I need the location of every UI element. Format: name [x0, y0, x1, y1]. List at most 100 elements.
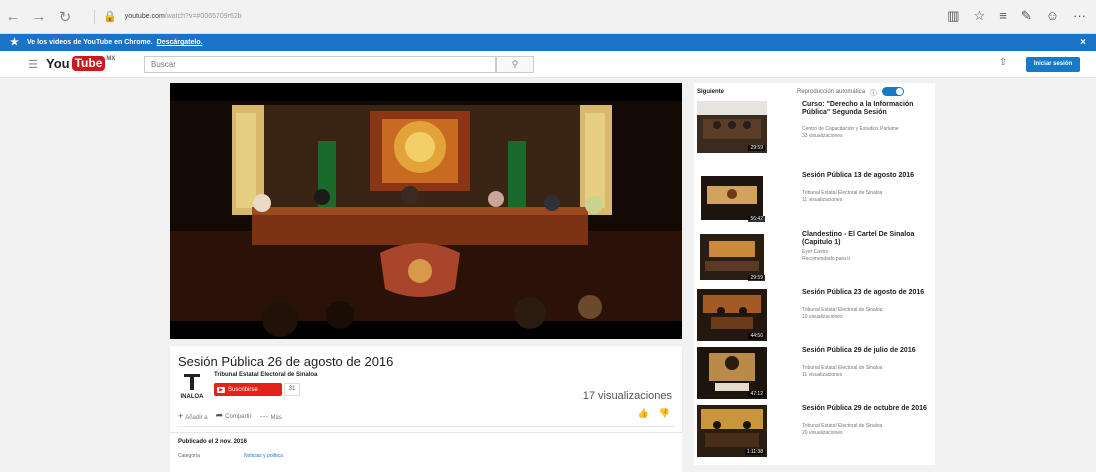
channel-name: Tribunal Estatal Electoral de Sinaloa: [802, 190, 883, 196]
video-duration: 29:59: [748, 145, 765, 151]
channel-name[interactable]: Tribunal Estatal Electoral de Sinaloa: [214, 372, 317, 378]
list-item[interactable]: 56:42 Sesión Pública 13 de agosto 2016 T…: [697, 172, 931, 224]
favorite-icon[interactable]: ☆: [974, 8, 986, 24]
close-icon[interactable]: ×: [1080, 37, 1086, 48]
divider: [178, 426, 674, 427]
video-duration: 29:59: [748, 275, 765, 281]
video-meta: 10 visualizaciones: [802, 314, 843, 320]
video-duration: 47:12: [748, 391, 765, 397]
video-meta: 33 visualizaciones: [802, 133, 843, 139]
channel-name: Eyer Castro: [802, 249, 829, 255]
video-frame: [170, 83, 682, 339]
notes-icon[interactable]: ✎: [1021, 8, 1032, 24]
refresh-icon[interactable]: ↻: [52, 4, 78, 30]
list-item[interactable]: 44:50 Sesión Pública 23 de agosto de 201…: [697, 289, 931, 341]
video-thumbnail[interactable]: 56:42: [697, 172, 767, 224]
video-title[interactable]: Sesión Pública 29 de julio de 2016: [802, 347, 932, 355]
banner-download-link[interactable]: Descárgatelo.: [157, 39, 203, 46]
channel-logo-text: INALOA: [181, 394, 205, 400]
channel-name: Tribunal Estatal Electoral de Sinaloa: [802, 423, 883, 429]
add-to-label: Añadir a: [185, 414, 208, 421]
more-button[interactable]: ··· Más: [260, 411, 282, 421]
list-item[interactable]: 29:59 Clandestino - El Cartel De Sinaloa…: [697, 231, 931, 283]
channel-name: Centro de Capacitación y Estudios Parlam…: [802, 126, 899, 132]
video-thumbnail[interactable]: 1:11:38: [697, 405, 767, 457]
upload-icon[interactable]: ⇧: [999, 57, 1007, 68]
sign-in-button[interactable]: Iniciar sesión: [1026, 57, 1080, 72]
published-date: Publicado el 2 nov. 2016: [178, 439, 247, 445]
channel-name: Tribunal Estatal Electoral de Sinaloa: [802, 307, 883, 313]
subscribe-button[interactable]: ▶ Suscribirse: [214, 383, 282, 396]
video-meta: 20 visualizaciones: [802, 430, 843, 436]
add-to-button[interactable]: + Añadir a: [178, 411, 208, 421]
logo-region: MX: [106, 56, 116, 62]
more-label: Más: [270, 414, 282, 421]
share-arrow-icon: ➦: [215, 410, 224, 420]
lock-icon: 🔒: [103, 11, 117, 23]
video-info-card: Sesión Pública 26 de agosto de 2016 INAL…: [170, 346, 682, 432]
list-item[interactable]: 29:59 Curso: "Derecho a la Información P…: [697, 101, 931, 153]
guide-menu-icon[interactable]: ☰: [28, 58, 38, 71]
more-icon[interactable]: ···: [1073, 8, 1086, 24]
search-button[interactable]: ⚲: [496, 56, 534, 73]
chrome-promo-banner: ★ Ve los videos de YouTube en Chrome. De…: [0, 34, 1096, 51]
hub-icon[interactable]: ≡: [999, 8, 1007, 24]
youtube-logo[interactable]: You Tube MX: [46, 56, 115, 71]
video-thumbnail[interactable]: 29:59: [697, 101, 767, 153]
back-icon[interactable]: ←: [0, 4, 26, 30]
video-title[interactable]: Sesión Pública 23 de agosto de 2016: [802, 289, 932, 297]
reading-view-icon[interactable]: ▥: [947, 8, 959, 24]
url-path: /watch?v=#0065709r62b: [164, 13, 242, 20]
address-bar[interactable]: 🔒 youtube.com/watch?v=#0065709r62b: [86, 9, 242, 24]
share-icon[interactable]: ☺: [1046, 8, 1059, 24]
search-icon: ⚲: [511, 59, 519, 69]
video-duration: 1:11:38: [744, 449, 765, 455]
up-next-heading: Siguiente: [697, 89, 725, 95]
action-row: + Añadir a ➦ Compartir ··· Más: [178, 410, 282, 421]
autoplay-toggle[interactable]: [882, 87, 904, 96]
info-icon[interactable]: ⓘ: [870, 88, 877, 98]
url-domain: youtube.com: [124, 13, 165, 20]
video-meta: 11 visualizaciones: [802, 372, 843, 378]
video-title: Sesión Pública 26 de agosto de 2016: [178, 354, 394, 369]
list-item[interactable]: 47:12 Sesión Pública 29 de julio de 2016…: [697, 347, 931, 399]
channel-logo[interactable]: INALOA: [178, 373, 206, 401]
list-item[interactable]: 1:11:38 Sesión Pública 29 de octubre de …: [697, 405, 931, 457]
youtube-header: ☰ You Tube MX Buscar ⚲ ⇧ Iniciar sesión: [0, 51, 1096, 78]
subscribe-label: Suscribirse: [228, 386, 258, 393]
video-title[interactable]: Sesión Pública 29 de octubre de 2016: [802, 405, 932, 413]
divider: [94, 9, 95, 24]
category-label: Categoría: [178, 453, 200, 459]
video-duration: 44:50: [748, 333, 765, 339]
logo-you: You: [46, 56, 70, 71]
video-title[interactable]: Sesión Pública 13 de agosto 2016: [802, 172, 932, 180]
video-thumbnail[interactable]: 47:12: [697, 347, 767, 399]
video-thumbnail[interactable]: 29:59: [697, 231, 767, 283]
browser-toolbar: ← → ↻ 🔒 youtube.com/watch?v=#0065709r62b…: [0, 0, 1096, 34]
video-duration: 56:42: [748, 216, 765, 222]
share-label: Compartir: [225, 414, 252, 420]
browser-actions: ▥ ☆ ≡ ✎ ☺ ···: [947, 8, 1086, 24]
dislike-icon[interactable]: 👎: [659, 408, 670, 419]
ellipsis-icon: ···: [259, 410, 269, 421]
logo-tube: Tube: [71, 56, 106, 71]
rating-controls: 👍 👎: [638, 408, 670, 419]
video-title[interactable]: Clandestino - El Cartel De Sinaloa (Capi…: [802, 231, 932, 247]
subscriber-count: 31: [284, 383, 300, 396]
forward-icon[interactable]: →: [26, 4, 52, 30]
toggle-knob: [896, 88, 903, 95]
video-player[interactable]: [170, 83, 682, 339]
category-link[interactable]: Noticias y política: [244, 453, 283, 459]
share-button[interactable]: ➦ Compartir: [216, 410, 252, 421]
video-thumbnail[interactable]: 44:50: [697, 289, 767, 341]
plus-icon: +: [178, 410, 184, 421]
banner-text: Ve los videos de YouTube en Chrome.: [26, 39, 153, 46]
description-card: Publicado el 2 nov. 2016 Categoría Notic…: [170, 432, 682, 472]
like-icon[interactable]: 👍: [638, 408, 649, 419]
view-count: 17 visualizaciones: [582, 390, 672, 402]
star-icon: ★: [10, 37, 19, 48]
search-input[interactable]: Buscar: [144, 56, 496, 73]
play-icon: ▶: [217, 386, 225, 393]
up-next-sidebar: Siguiente Reproducción automática ⓘ 29:5…: [694, 83, 935, 465]
video-title[interactable]: Curso: "Derecho a la Información Pública…: [802, 101, 932, 117]
